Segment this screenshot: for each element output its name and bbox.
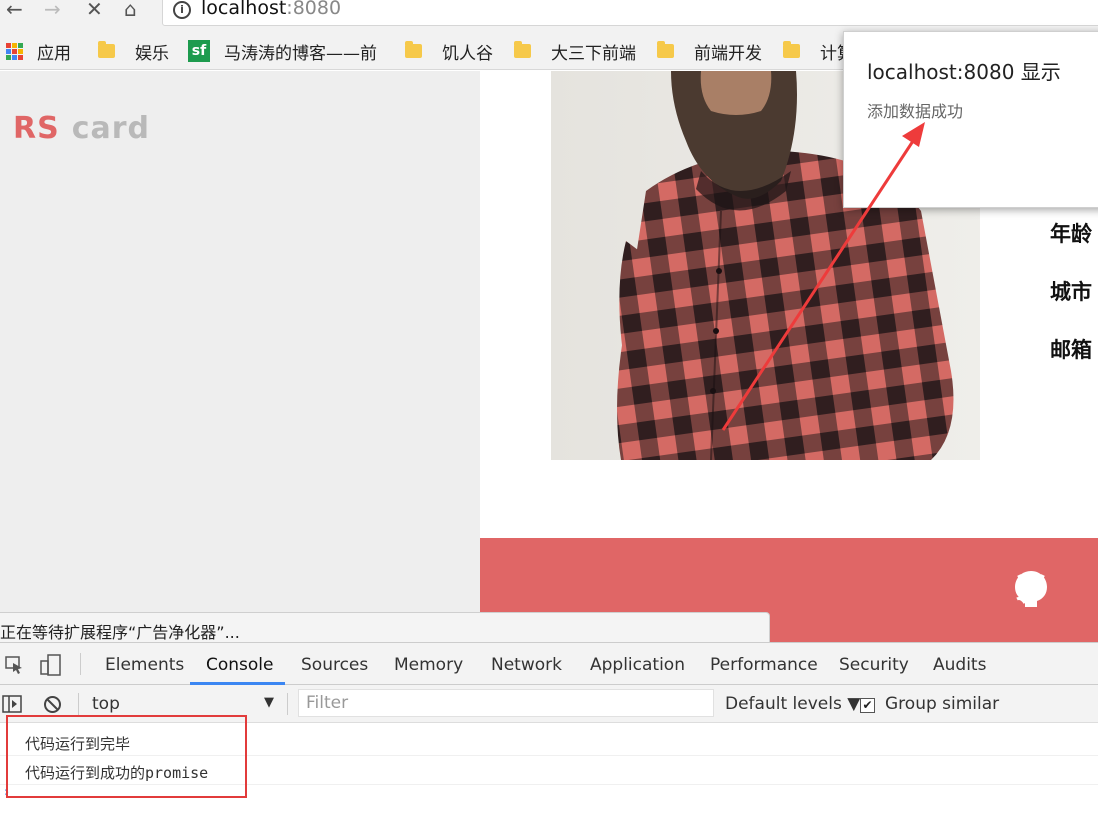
console-filter <box>298 689 714 717</box>
tab-audits[interactable]: Audits <box>933 655 986 675</box>
tab-console[interactable]: Console <box>206 655 274 675</box>
group-similar-label: Group similar <box>885 694 1000 714</box>
context-select[interactable]: top <box>92 694 120 714</box>
inspect-element-icon[interactable] <box>5 656 25 678</box>
tab-application[interactable]: Application <box>590 655 685 675</box>
group-similar-checkbox[interactable]: ✔ <box>860 698 875 713</box>
show-sidebar-icon[interactable] <box>2 695 22 717</box>
tab-sources[interactable]: Sources <box>301 655 368 675</box>
tab-network[interactable]: Network <box>491 655 562 675</box>
tab-elements[interactable]: Elements <box>105 655 184 675</box>
toolbar-divider <box>287 693 288 715</box>
browser-window: ← → ✕ ⌂ i localhost:8080 应用 娱乐 sf 马涛涛的博客… <box>0 0 1098 826</box>
device-toolbar-icon[interactable] <box>40 654 62 680</box>
status-bubble: 正在等待扩展程序“广告净化器”... <box>0 612 770 644</box>
toolbar-divider <box>80 653 81 675</box>
log-levels-dropdown[interactable]: Default levels ▼ <box>725 694 860 714</box>
devtools-tabbar: Elements Console Sources Memory Network … <box>0 643 1098 685</box>
annotation-highlight-box <box>6 715 247 798</box>
filter-input[interactable] <box>299 690 713 716</box>
toolbar-divider <box>78 693 79 715</box>
tab-performance[interactable]: Performance <box>710 655 818 675</box>
tab-memory[interactable]: Memory <box>394 655 463 675</box>
tab-security[interactable]: Security <box>839 655 909 675</box>
context-dropdown-icon[interactable]: ▼ <box>264 695 274 710</box>
